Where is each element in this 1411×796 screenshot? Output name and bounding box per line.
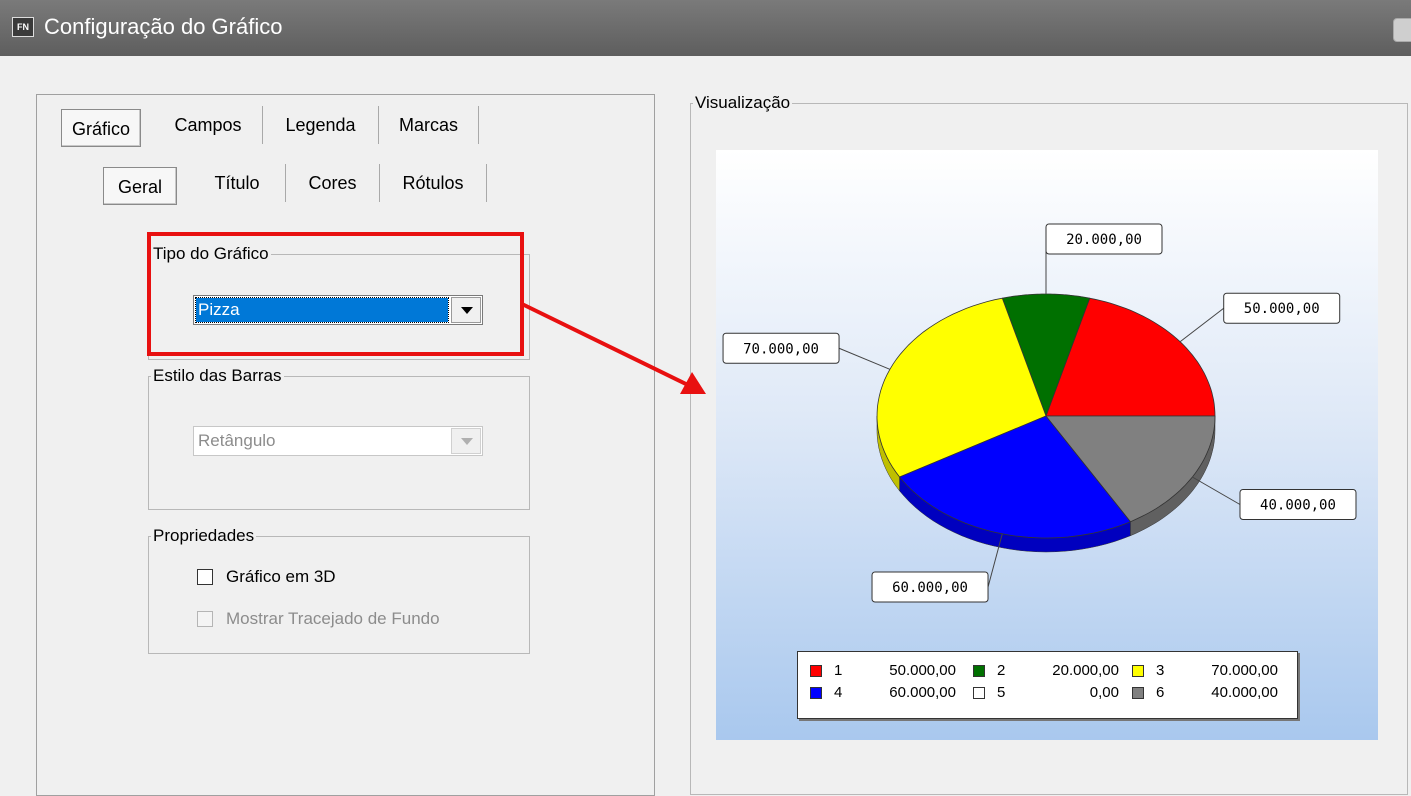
- propriedades-group: Propriedades: [148, 526, 530, 654]
- chevron-down-icon[interactable]: [451, 297, 481, 323]
- tab-geral[interactable]: Geral: [103, 167, 177, 205]
- label-leader-6: [1192, 476, 1241, 505]
- legend-item: 4 60.000,00: [810, 684, 970, 704]
- app-icon: FN: [12, 17, 34, 37]
- legend-swatch: [973, 687, 985, 699]
- tab-grafico[interactable]: Gráfico: [61, 109, 141, 147]
- legend-item: 3 70.000,00: [1132, 662, 1292, 682]
- tab-titulo[interactable]: Título: [189, 164, 286, 202]
- estilo-barras-selected: Retângulo: [198, 431, 276, 450]
- chevron-down-icon[interactable]: [451, 428, 481, 454]
- value-label-1: 50.000,00: [1244, 301, 1320, 317]
- legend-label: 6: [1156, 684, 1165, 701]
- tab-legenda[interactable]: Legenda: [263, 106, 379, 144]
- tipo-grafico-legend: Tipo do Gráfico: [153, 244, 269, 263]
- value-label-3: 70.000,00: [743, 341, 819, 357]
- legend-item: 2 20.000,00: [973, 662, 1133, 682]
- legend-value: 0,00: [1089, 684, 1119, 701]
- legend-item: 1 50.000,00: [810, 662, 970, 682]
- legend-label: 5: [997, 684, 1006, 701]
- legend-swatch: [1132, 687, 1144, 699]
- label-leader-1: [1179, 307, 1225, 343]
- chart-legend: 1 50.000,00 2 20.000,00 3 70.000,00 4 60.000,00…: [797, 651, 1298, 719]
- value-label-2: 20.000,00: [1066, 232, 1142, 248]
- value-label-6: 40.000,00: [1260, 498, 1336, 514]
- legend-label: 2: [997, 662, 1006, 679]
- tab-campos[interactable]: Campos: [154, 106, 263, 144]
- tab-marcas[interactable]: Marcas: [379, 106, 479, 144]
- legend-item: 6 40.000,00: [1132, 684, 1292, 704]
- legend-label: 1: [834, 662, 843, 679]
- title-bar: FN Configuração do Gráfico: [0, 0, 1411, 56]
- value-label-4: 60.000,00: [892, 580, 968, 596]
- legend-value: 60.000,00: [889, 684, 956, 701]
- window-control-button[interactable]: [1393, 18, 1411, 42]
- tipo-grafico-selected: Pizza: [195, 297, 449, 323]
- visualizacao-legend: Visualização: [695, 93, 791, 112]
- legend-label: 3: [1156, 662, 1165, 679]
- window-title: Configuração do Gráfico: [44, 14, 283, 39]
- grafico-3d-label: Gráfico em 3D: [226, 567, 336, 586]
- legend-label: 4: [834, 684, 843, 701]
- legend-value: 20.000,00: [1052, 662, 1119, 679]
- tab-rotulos[interactable]: Rótulos: [380, 164, 487, 202]
- legend-value: 70.000,00: [1211, 662, 1278, 679]
- legend-item: 5 0,00: [973, 684, 1133, 704]
- label-leader-3: [838, 347, 891, 370]
- legend-swatch: [810, 687, 822, 699]
- legend-swatch: [1132, 665, 1144, 677]
- tracejado-checkbox[interactable]: [197, 611, 213, 627]
- grafico-3d-checkbox[interactable]: [197, 569, 213, 585]
- tab-cores[interactable]: Cores: [286, 164, 380, 202]
- legend-swatch: [973, 665, 985, 677]
- propriedades-legend: Propriedades: [153, 526, 255, 545]
- tracejado-label: Mostrar Tracejado de Fundo: [226, 609, 440, 628]
- legend-value: 50.000,00: [889, 662, 956, 679]
- legend-value: 40.000,00: [1211, 684, 1278, 701]
- estilo-barras-legend: Estilo das Barras: [153, 366, 282, 385]
- tipo-grafico-select[interactable]: Pizza: [193, 295, 483, 325]
- legend-swatch: [810, 665, 822, 677]
- estilo-barras-select[interactable]: Retângulo: [193, 426, 483, 456]
